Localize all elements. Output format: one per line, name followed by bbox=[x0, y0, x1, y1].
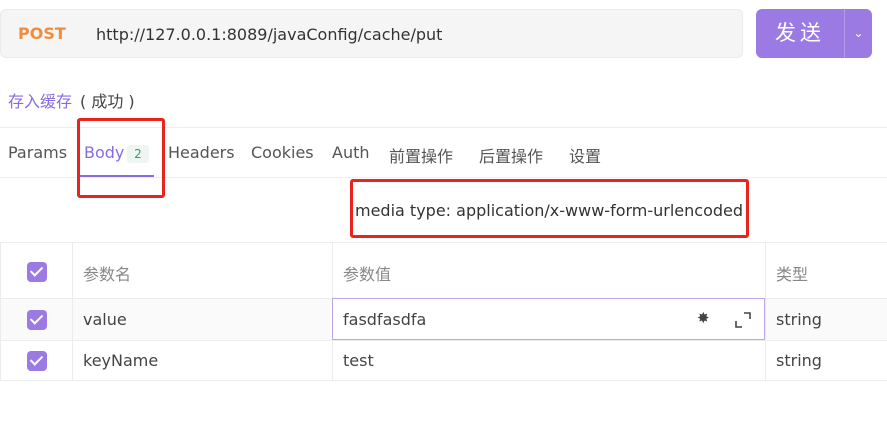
method-selector[interactable]: POST bbox=[18, 24, 66, 43]
column-header-name: 参数名 bbox=[83, 265, 132, 284]
table-col-divider bbox=[0, 242, 1, 380]
url-input[interactable]: http://127.0.0.1:8089/javaConfig/cache/p… bbox=[96, 25, 442, 44]
param-value-keyname[interactable]: test bbox=[343, 351, 374, 370]
select-all-checkbox[interactable] bbox=[27, 262, 47, 282]
tab-auth[interactable]: Auth bbox=[332, 143, 370, 162]
tab-params[interactable]: Params bbox=[8, 143, 67, 162]
column-header-type: 类型 bbox=[776, 265, 809, 284]
param-name-keyname[interactable]: keyName bbox=[83, 351, 158, 370]
row-checkbox-value[interactable] bbox=[27, 310, 47, 330]
table-border-top bbox=[0, 242, 887, 243]
api-status: ( 成功 ) bbox=[80, 92, 135, 111]
tab-settings[interactable]: 设置 bbox=[569, 143, 601, 167]
table-col-divider bbox=[765, 242, 766, 380]
tabs-divider-top bbox=[0, 127, 887, 128]
tab-body[interactable]: Body bbox=[84, 143, 124, 162]
tabs-divider-bottom bbox=[0, 177, 887, 178]
column-header-value: 参数值 bbox=[343, 265, 392, 284]
table-border-bottom bbox=[0, 380, 887, 381]
tab-post-operation[interactable]: 后置操作 bbox=[479, 143, 543, 167]
expand-icon[interactable] bbox=[735, 312, 751, 328]
chevron-down-icon: ⌄ bbox=[853, 26, 864, 40]
api-name[interactable]: 存入缓存 bbox=[8, 88, 72, 112]
params-table: 参数名 参数值 类型 value fasdfasdfa ✸ string key… bbox=[0, 242, 887, 382]
tab-pre-operation[interactable]: 前置操作 bbox=[389, 143, 453, 167]
body-count-badge: 2 bbox=[127, 145, 149, 163]
param-value-input[interactable]: fasdfasdfa bbox=[343, 310, 426, 329]
tab-cookies[interactable]: Cookies bbox=[251, 143, 314, 162]
tab-headers[interactable]: Headers bbox=[168, 143, 235, 162]
media-type-label: media type: application/x-www-form-urlen… bbox=[355, 201, 744, 220]
table-col-divider bbox=[72, 242, 73, 380]
send-dropdown-button[interactable]: ⌄ bbox=[844, 9, 872, 58]
row-checkbox-keyname[interactable] bbox=[27, 351, 47, 371]
magic-wand-icon[interactable]: ✸ bbox=[697, 309, 710, 327]
param-type-value[interactable]: string bbox=[776, 310, 822, 329]
param-type-keyname[interactable]: string bbox=[776, 351, 822, 370]
send-button[interactable]: 发送 bbox=[756, 9, 844, 58]
table-row-divider bbox=[0, 340, 887, 341]
url-bar[interactable]: POST http://127.0.0.1:8089/javaConfig/ca… bbox=[0, 9, 743, 58]
param-name-value[interactable]: value bbox=[83, 310, 127, 329]
